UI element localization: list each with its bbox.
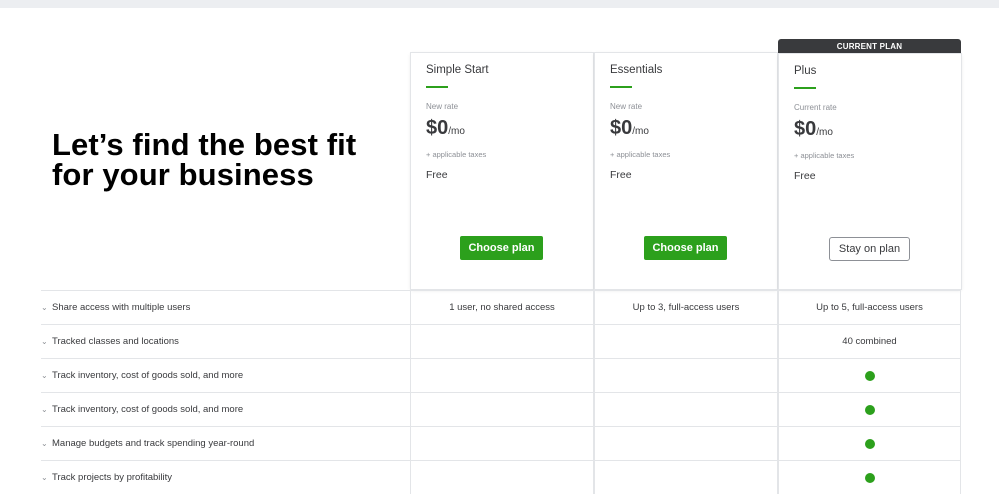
- chevron-down-icon: ⌄: [41, 439, 48, 448]
- feature-row-toggle[interactable]: ⌄ Track inventory, cost of goods sold, an…: [41, 393, 410, 426]
- feature-row: ⌄ Track inventory, cost of goods sold, an…: [41, 358, 961, 392]
- feature-cell-essentials: [594, 359, 778, 392]
- feature-label: Manage budgets and track spending year-r…: [52, 438, 255, 449]
- chevron-down-icon: ⌄: [41, 303, 48, 312]
- feature-cell-plus: [778, 359, 961, 392]
- feature-row-toggle[interactable]: ⌄ Manage budgets and track spending year-…: [41, 427, 410, 460]
- feature-cell-simple-start: 1 user, no shared access: [410, 291, 594, 324]
- price-amount: $0: [610, 117, 633, 139]
- plan-tier: Free: [426, 169, 448, 181]
- feature-row: ⌄ Track inventory, cost of goods sold, an…: [41, 392, 961, 426]
- plan-tier: Free: [794, 170, 816, 182]
- current-plan-badge: CURRENT PLAN: [778, 39, 961, 54]
- rate-label: New rate: [610, 102, 643, 111]
- plan-card-plus: Plus Current rate $0/mo + applicable tax…: [779, 54, 961, 289]
- plan-card-simple-start: Simple Start New rate $0/mo + applicable…: [411, 53, 593, 289]
- rate-label: New rate: [426, 102, 459, 111]
- taxes-note: + applicable taxes: [610, 150, 671, 159]
- stay-on-plan-button[interactable]: Stay on plan: [829, 237, 910, 261]
- page-title-line-2: for your business: [52, 157, 314, 192]
- feature-label: Share access with multiple users: [52, 302, 191, 313]
- feature-row: ⌄ Tracked classes and locations 40 combin…: [41, 324, 961, 358]
- feature-row: ⌄ Manage budgets and track spending year-…: [41, 426, 961, 460]
- feature-cell-plus: [778, 393, 961, 426]
- feature-cell-simple-start: [410, 325, 594, 358]
- plan-name: Plus: [794, 65, 817, 77]
- feature-cell-plus: [778, 427, 961, 460]
- feature-label: Track inventory, cost of goods sold, and…: [52, 404, 244, 415]
- feature-cell-simple-start: [410, 427, 594, 460]
- feature-cell-essentials: [594, 427, 778, 460]
- feature-cell-essentials: [594, 461, 778, 494]
- plan-name: Essentials: [610, 64, 663, 76]
- plan-tier: Free: [610, 169, 632, 181]
- price-amount: $0: [794, 118, 817, 140]
- feature-row-toggle[interactable]: ⌄ Track inventory, cost of goods sold, an…: [41, 359, 410, 392]
- taxes-note: + applicable taxes: [794, 151, 855, 160]
- feature-cell-essentials: [594, 325, 778, 358]
- feature-row-toggle[interactable]: ⌄ Tracked classes and locations: [41, 325, 410, 358]
- feature-cell-plus: 40 combined: [778, 325, 961, 358]
- page-title: Let’s find the best fit for your busines…: [52, 127, 357, 192]
- feature-row-toggle[interactable]: ⌄ Share access with multiple users: [41, 291, 410, 324]
- feature-row: ⌄ Track projects by profitability: [41, 460, 961, 494]
- price-unit: /mo: [816, 127, 833, 138]
- feature-label: Track projects by profitability: [52, 472, 173, 483]
- choose-plan-button-essentials[interactable]: Choose plan: [644, 236, 727, 260]
- feature-label: Tracked classes and locations: [52, 336, 179, 347]
- chevron-down-icon: ⌄: [41, 371, 48, 380]
- rate-label: Current rate: [794, 103, 837, 112]
- feature-cell-plus: [778, 461, 961, 494]
- price-unit: /mo: [448, 126, 465, 137]
- price-unit: /mo: [632, 126, 649, 137]
- chevron-down-icon: ⌄: [41, 337, 48, 346]
- feature-cell-simple-start: [410, 393, 594, 426]
- plan-price: $0/mo: [794, 118, 833, 141]
- plan-card-essentials: Essentials New rate $0/mo + applicable t…: [595, 53, 777, 289]
- chevron-down-icon: ⌄: [41, 473, 48, 482]
- feature-row-toggle[interactable]: ⌄ Track projects by profitability: [41, 461, 410, 494]
- plan-name-underline: [794, 87, 816, 89]
- feature-comparison-table: ⌄ Share access with multiple users 1 user…: [41, 290, 961, 494]
- price-amount: $0: [426, 117, 449, 139]
- plan-price: $0/mo: [426, 117, 465, 140]
- feature-cell-simple-start: [410, 461, 594, 494]
- choose-plan-button-simple-start[interactable]: Choose plan: [460, 236, 543, 260]
- plan-name-underline: [610, 86, 632, 88]
- check-dot-icon: [864, 438, 875, 449]
- check-dot-icon: [864, 370, 875, 381]
- plan-price: $0/mo: [610, 117, 649, 140]
- feature-cell-essentials: Up to 3, full-access users: [594, 291, 778, 324]
- feature-cell-essentials: [594, 393, 778, 426]
- plan-name: Simple Start: [426, 64, 489, 76]
- top-bar: [0, 0, 999, 8]
- chevron-down-icon: ⌄: [41, 405, 48, 414]
- plan-name-underline: [426, 86, 448, 88]
- check-dot-icon: [864, 472, 875, 483]
- page-title-line-1: Let’s find the best fit: [52, 127, 357, 162]
- feature-cell-simple-start: [410, 359, 594, 392]
- feature-cell-plus: Up to 5, full-access users: [778, 291, 961, 324]
- taxes-note: + applicable taxes: [426, 150, 487, 159]
- feature-row: ⌄ Share access with multiple users 1 user…: [41, 290, 961, 324]
- feature-label: Track inventory, cost of goods sold, and…: [52, 370, 244, 381]
- check-dot-icon: [864, 404, 875, 415]
